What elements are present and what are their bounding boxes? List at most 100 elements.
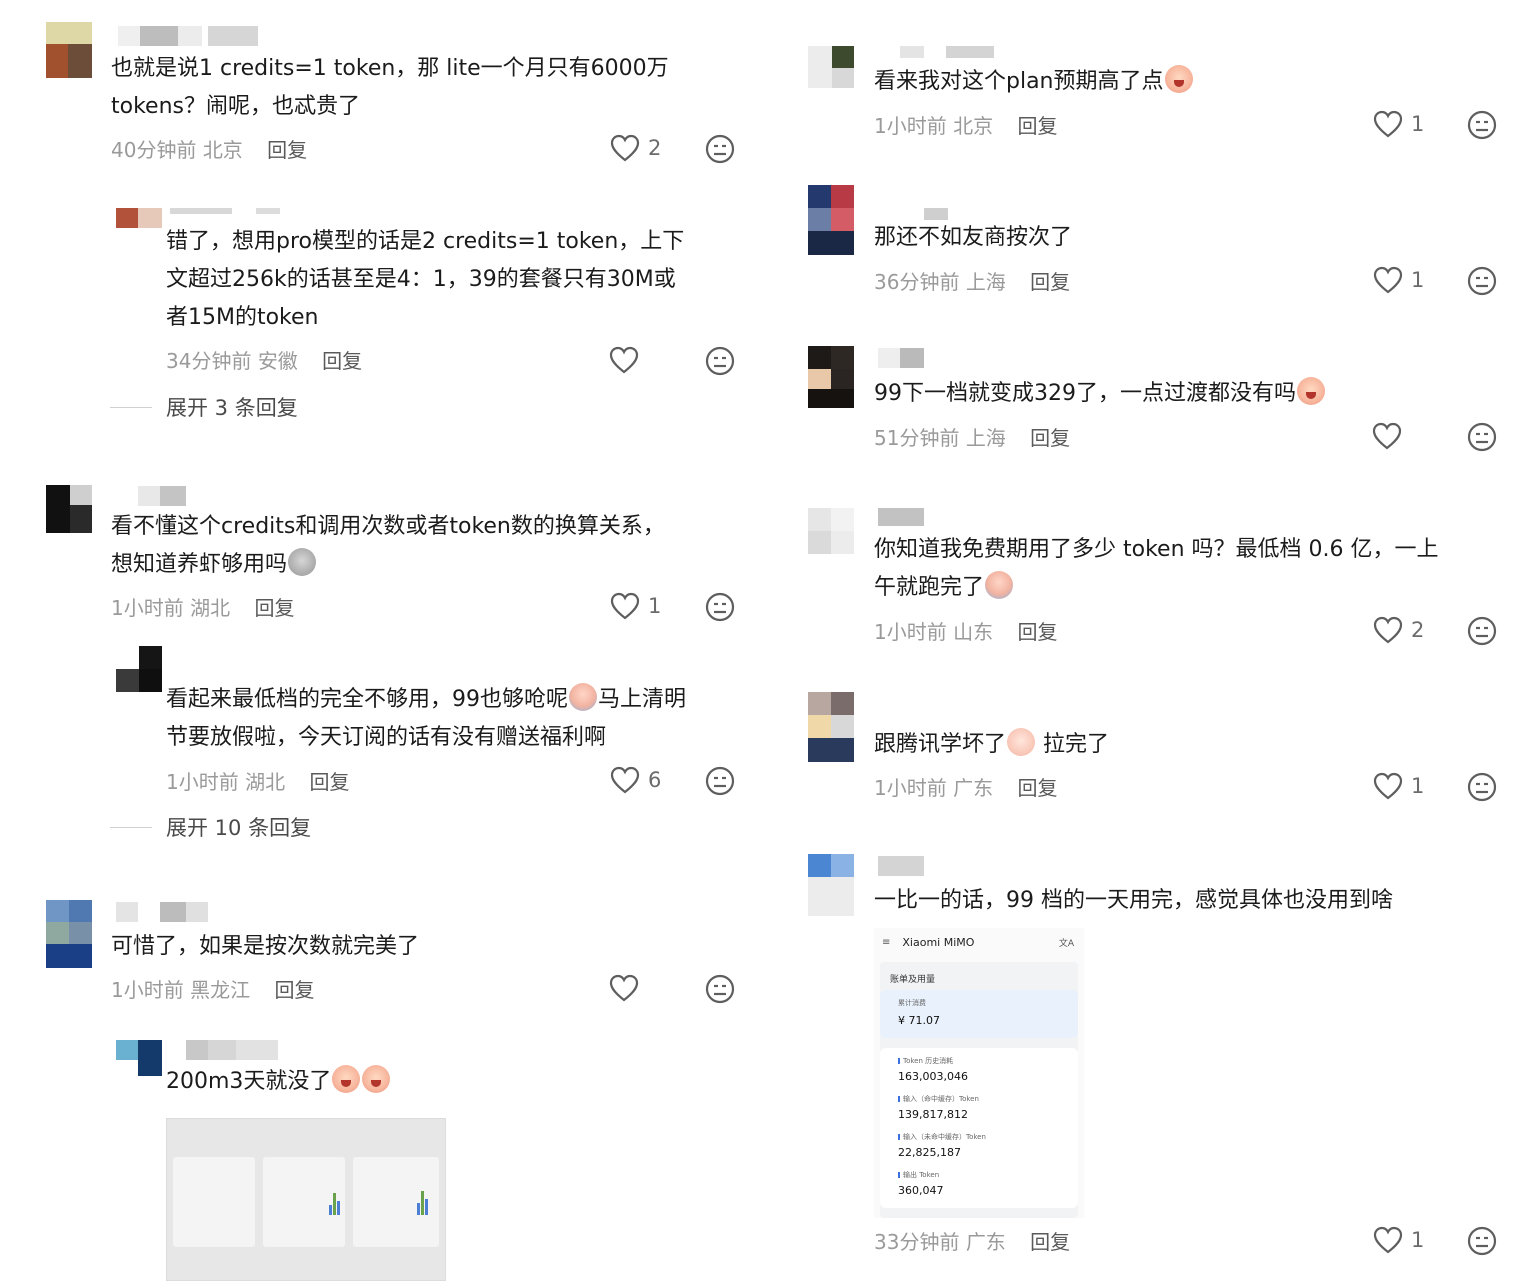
timestamp: 1小时前 xyxy=(874,620,947,644)
avatar[interactable] xyxy=(46,900,92,968)
comment-meta: 40分钟前 北京 回复 xyxy=(111,134,307,163)
like-button[interactable]: 1 xyxy=(1373,266,1424,294)
comment-text: 看起来最低档的完全不够用，99也够呛呢 马上清明 节要放假啦，今天订阅的话有没有赠… xyxy=(166,681,686,757)
like-button[interactable] xyxy=(1372,422,1410,450)
divider xyxy=(110,406,152,408)
location: 黑龙江 xyxy=(190,978,251,1002)
timestamp: 36分钟前 xyxy=(874,270,960,294)
comment-text: 可惜了，如果是按次数就完美了 xyxy=(111,934,420,959)
like-button[interactable]: 1 xyxy=(1373,110,1424,138)
like-button[interactable]: 6 xyxy=(610,766,661,794)
like-button[interactable] xyxy=(609,974,647,1002)
location: 广东 xyxy=(965,1230,1006,1254)
dislike-icon[interactable] xyxy=(1467,772,1497,802)
comment-meta: 1小时前 黑龙江 回复 xyxy=(111,974,314,1003)
section-title: 账单及用量 xyxy=(890,975,936,985)
timestamp: 34分钟前 xyxy=(166,349,252,373)
usage-value: 163,003,046 xyxy=(898,1070,968,1083)
reply-button[interactable]: 回复 xyxy=(1017,620,1057,644)
avatar[interactable] xyxy=(808,346,854,408)
reply-button[interactable]: 回复 xyxy=(1030,426,1070,450)
attached-screenshot[interactable] xyxy=(166,1118,446,1281)
usage-label: 输入（命中缓存）Token xyxy=(903,1095,979,1103)
username-blurred[interactable] xyxy=(186,1040,278,1060)
dislike-icon[interactable] xyxy=(705,346,735,376)
like-count: 1 xyxy=(648,594,662,618)
avatar[interactable] xyxy=(808,185,854,255)
timestamp: 1小时前 xyxy=(874,114,947,138)
comment-meta: 36分钟前 上海 回复 xyxy=(874,266,1070,295)
location: 北京 xyxy=(202,138,243,162)
comment-text: 200m3天就没了 xyxy=(166,1063,391,1101)
avatar[interactable] xyxy=(808,854,854,916)
username-blurred[interactable] xyxy=(118,26,258,46)
timestamp: 33分钟前 xyxy=(874,1230,960,1254)
reply-button[interactable]: 回复 xyxy=(1030,1230,1070,1254)
like-button[interactable] xyxy=(609,346,647,374)
like-count: 1 xyxy=(1411,1228,1425,1252)
location: 广东 xyxy=(953,776,994,800)
dislike-icon[interactable] xyxy=(705,134,735,164)
heart-icon xyxy=(609,974,639,1002)
avatar[interactable] xyxy=(808,508,854,554)
reply-button[interactable]: 回复 xyxy=(274,978,314,1002)
reply-button[interactable]: 回复 xyxy=(1030,270,1070,294)
timestamp: 1小时前 xyxy=(111,978,184,1002)
reply-button[interactable]: 回复 xyxy=(1017,114,1057,138)
dislike-icon[interactable] xyxy=(705,592,735,622)
avatar[interactable] xyxy=(116,646,162,692)
reply-button[interactable]: 回复 xyxy=(322,349,362,373)
total-label: 累计消费 xyxy=(898,999,926,1007)
heart-icon xyxy=(1373,110,1403,138)
dislike-icon[interactable] xyxy=(1467,110,1497,140)
reply-button[interactable]: 回复 xyxy=(254,596,294,620)
dislike-icon[interactable] xyxy=(1467,422,1497,452)
location: 山东 xyxy=(953,620,994,644)
reply-button[interactable]: 回复 xyxy=(1017,776,1057,800)
avatar[interactable] xyxy=(116,1040,162,1076)
comment-meta: 1小时前 山东 回复 xyxy=(874,616,1057,645)
emoji-icon xyxy=(569,683,597,711)
like-button[interactable]: 1 xyxy=(1373,772,1424,800)
like-button[interactable]: 1 xyxy=(1373,1226,1424,1254)
dislike-icon[interactable] xyxy=(1467,1226,1497,1256)
attached-screenshot[interactable]: ≡ Xiaomi MiMO 文A 账单及用量 累计消费 ¥ 71.07 Toke… xyxy=(874,928,1084,1218)
emoji-icon xyxy=(1007,728,1036,756)
expand-replies-button[interactable]: 展开 10 条回复 xyxy=(110,812,311,842)
username-blurred[interactable] xyxy=(878,508,924,526)
username-blurred[interactable] xyxy=(170,208,280,214)
heart-icon xyxy=(1373,266,1403,294)
comment-meta: 1小时前 湖北 回复 xyxy=(111,592,294,621)
reply-button[interactable]: 回复 xyxy=(309,770,349,794)
avatar[interactable] xyxy=(46,485,92,533)
comment-meta: 1小时前 湖北 回复 xyxy=(166,766,349,795)
comment-text: 那还不如友商按次了 xyxy=(874,225,1073,250)
heart-icon xyxy=(1373,1226,1403,1254)
avatar[interactable] xyxy=(46,22,92,78)
username-blurred[interactable] xyxy=(878,856,924,876)
like-button[interactable]: 2 xyxy=(1373,616,1424,644)
heart-icon xyxy=(610,766,640,794)
comment-meta: 51分钟前 上海 回复 xyxy=(874,422,1070,451)
avatar[interactable] xyxy=(116,208,162,228)
dislike-icon[interactable] xyxy=(705,974,735,1004)
like-button[interactable]: 1 xyxy=(610,592,661,620)
avatar[interactable] xyxy=(808,46,854,88)
location: 安徽 xyxy=(257,349,298,373)
username-blurred[interactable] xyxy=(116,902,208,922)
dislike-icon[interactable] xyxy=(1467,616,1497,646)
expand-replies-button[interactable]: 展开 3 条回复 xyxy=(110,392,298,422)
username-blurred[interactable] xyxy=(900,46,994,58)
reply-button[interactable]: 回复 xyxy=(267,138,307,162)
dislike-icon[interactable] xyxy=(1467,266,1497,296)
comment-meta: 33分钟前 广东 回复 xyxy=(874,1226,1070,1255)
username-blurred[interactable] xyxy=(138,486,186,506)
usage-value: 22,825,187 xyxy=(898,1146,961,1159)
usage-value: 360,047 xyxy=(898,1184,944,1197)
like-count: 6 xyxy=(648,768,662,792)
like-button[interactable]: 2 xyxy=(610,134,661,162)
dislike-icon[interactable] xyxy=(705,766,735,796)
username-blurred[interactable] xyxy=(878,348,924,368)
avatar[interactable] xyxy=(808,692,854,762)
emoji-icon xyxy=(362,1065,391,1093)
